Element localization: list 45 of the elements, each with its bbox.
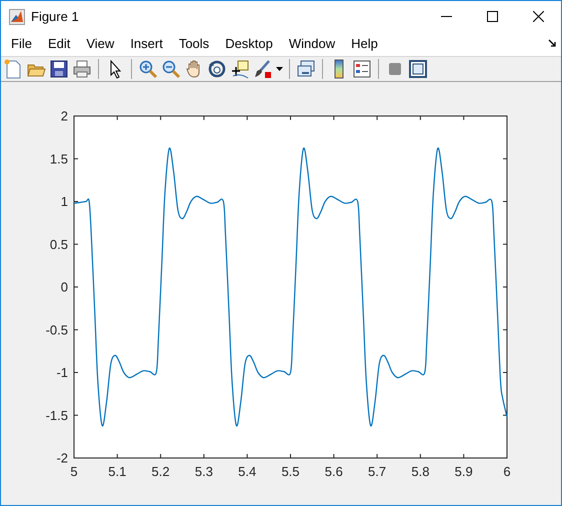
tick-label: 5.5 xyxy=(281,464,300,479)
tick-label: 5.4 xyxy=(238,464,256,479)
tick-label: 0 xyxy=(60,280,68,294)
zoom-out-icon[interactable] xyxy=(161,58,181,79)
app-icon xyxy=(9,8,25,24)
tick-label: 0.5 xyxy=(50,236,68,252)
linked-windows-icon[interactable] xyxy=(296,58,316,79)
menu-item[interactable]: File xyxy=(3,36,40,52)
tick-label: 5.8 xyxy=(411,464,430,479)
menu-item[interactable]: Insert xyxy=(122,36,171,52)
tick-label: 5.6 xyxy=(324,464,343,479)
tick-label: 5.1 xyxy=(108,464,126,479)
tick-label: 5 xyxy=(70,464,78,479)
caret-icon[interactable] xyxy=(276,66,283,71)
tick-label: -0.5 xyxy=(46,322,68,338)
menu-item[interactable]: Edit xyxy=(40,36,78,52)
data-cursor-icon[interactable] xyxy=(230,58,250,79)
printer-icon[interactable] xyxy=(72,58,92,79)
new-file-icon[interactable] xyxy=(3,58,23,79)
window-title: Figure 1 xyxy=(31,9,80,24)
tick-label: -1.5 xyxy=(46,408,68,423)
brush-icon[interactable] xyxy=(253,58,273,79)
save-icon[interactable] xyxy=(49,58,69,79)
zoom-in-icon[interactable] xyxy=(138,58,158,79)
legend-icon[interactable] xyxy=(352,58,372,79)
maximize-icon[interactable] xyxy=(486,11,498,22)
menu-item[interactable]: Window xyxy=(280,36,344,52)
tick-label: -2 xyxy=(56,450,68,466)
tick-label: 5.9 xyxy=(454,464,473,479)
tick-label: -1 xyxy=(56,365,68,380)
menu-item[interactable]: Desktop xyxy=(217,36,281,52)
tick-label: 5.7 xyxy=(368,464,386,479)
close-icon[interactable] xyxy=(532,11,544,22)
menu-item[interactable]: View xyxy=(78,36,122,52)
menu-item[interactable]: Tools xyxy=(170,36,218,52)
dock-arrow-icon[interactable] xyxy=(548,39,557,48)
tick-label: 1 xyxy=(60,194,68,209)
tick-label: 1.5 xyxy=(50,151,68,166)
tick-label: 5.3 xyxy=(194,464,213,479)
window-icon[interactable] xyxy=(408,58,428,79)
tick-label: 5.2 xyxy=(152,464,170,479)
tick-label: 6 xyxy=(503,464,511,479)
menu-item[interactable]: Help xyxy=(343,36,386,52)
rotate-icon[interactable] xyxy=(207,58,227,79)
tick-label: 2 xyxy=(60,108,68,124)
